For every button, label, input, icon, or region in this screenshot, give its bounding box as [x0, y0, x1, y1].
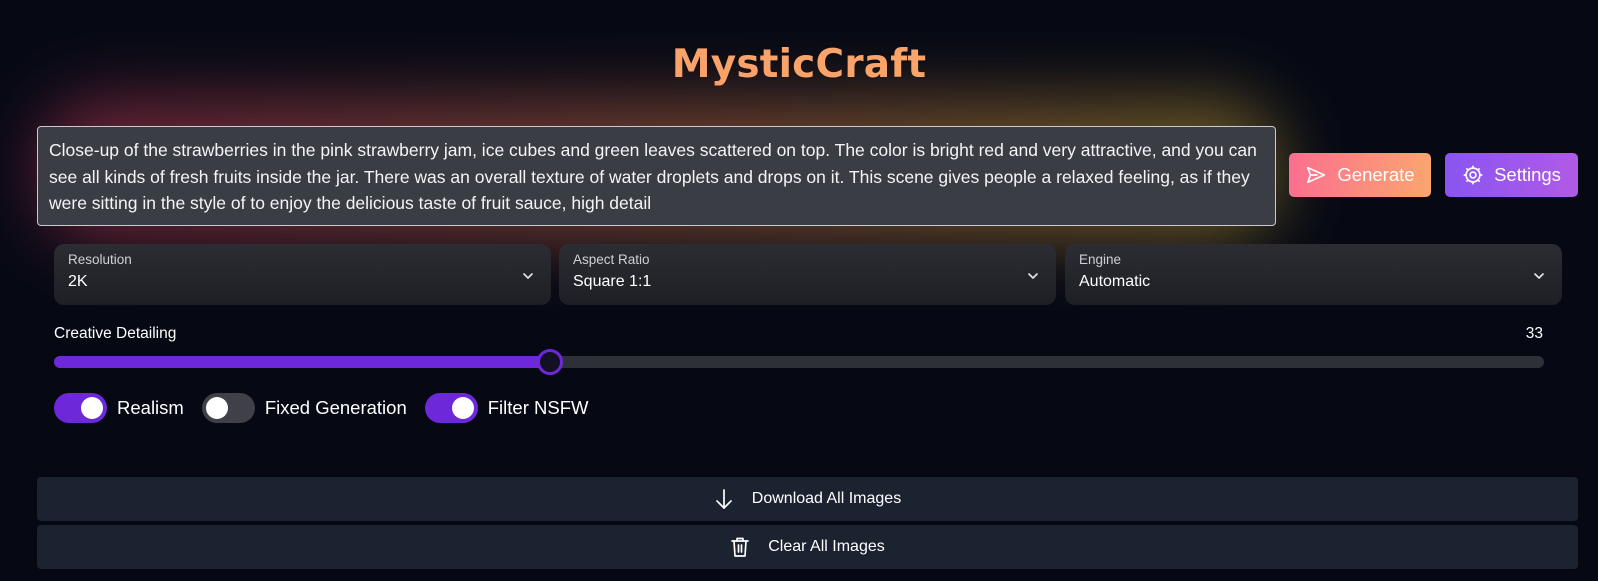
trash-icon: [731, 537, 750, 557]
clear-all-label: Clear All Images: [768, 538, 885, 555]
switch-knob: [451, 397, 474, 419]
engine-value: Automatic: [1079, 273, 1151, 290]
download-all-label: Download All Images: [751, 490, 902, 507]
settings-label: Settings: [1494, 164, 1561, 185]
engine-select[interactable]: Engine Automatic: [1065, 244, 1562, 305]
settings-button[interactable]: Settings: [1445, 153, 1578, 197]
toggle-filter-nsfw[interactable]: Filter NSFW: [424, 393, 589, 423]
generate-label: Generate: [1337, 164, 1415, 185]
chevron-down-icon: [1028, 273, 1038, 279]
switch-knob: [205, 397, 228, 419]
chevron-down-icon: [1534, 273, 1544, 279]
aspect-ratio-select[interactable]: Aspect Ratio Square 1:1: [559, 244, 1056, 305]
fixed-generation-switch[interactable]: [201, 393, 255, 423]
arrow-down-icon: [715, 489, 732, 509]
generate-button[interactable]: Generate: [1289, 153, 1431, 197]
send-icon: [1307, 166, 1326, 184]
app-title: MysticCraft: [671, 42, 927, 87]
resolution-select[interactable]: Resolution 2K: [54, 244, 551, 305]
creative-detailing-label: Creative Detailing: [54, 325, 177, 342]
clear-all-button[interactable]: Clear All Images: [37, 525, 1578, 569]
realism-switch[interactable]: [54, 393, 107, 423]
prompt-input[interactable]: Close-up of the strawberries in the pink…: [37, 126, 1276, 226]
toggle-realism[interactable]: Realism: [54, 393, 184, 423]
realism-label: Realism: [117, 397, 184, 418]
download-all-button[interactable]: Download All Images: [37, 477, 1578, 521]
gear-icon: [1463, 165, 1483, 185]
chevron-down-icon: [523, 273, 533, 279]
engine-label: Engine: [1079, 252, 1122, 267]
aspect-ratio-label: Aspect Ratio: [573, 252, 650, 267]
fixed-generation-label: Fixed Generation: [264, 397, 407, 418]
toggle-row: Realism Fixed Generation Filter NSFW: [54, 393, 606, 423]
slider-fill: [54, 356, 550, 368]
slider-thumb[interactable]: [537, 349, 563, 375]
creative-detailing-value: 33: [1525, 325, 1543, 342]
resolution-value: 2K: [68, 273, 88, 290]
filter-nsfw-label: Filter NSFW: [487, 397, 589, 418]
creative-detailing-slider[interactable]: [54, 349, 1544, 375]
app-page: MysticCraft Close-up of the strawberries…: [0, 0, 1598, 581]
switch-knob: [81, 397, 103, 419]
resolution-label: Resolution: [68, 252, 132, 267]
filter-nsfw-switch[interactable]: [424, 393, 478, 423]
aspect-ratio-value: Square 1:1: [573, 273, 652, 290]
toggle-fixed-generation[interactable]: Fixed Generation: [201, 393, 407, 423]
